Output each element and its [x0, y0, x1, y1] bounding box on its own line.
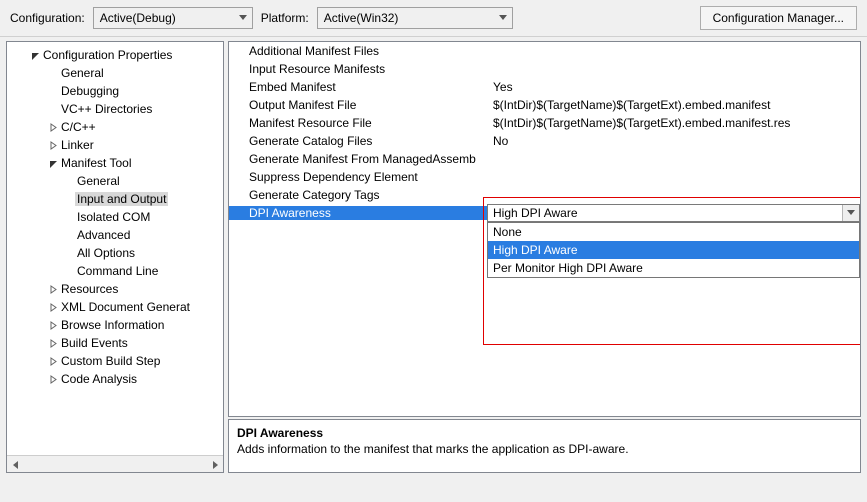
scroll-right-icon[interactable]: [206, 456, 223, 473]
tree-item[interactable]: VC++ Directories: [7, 100, 223, 118]
tree-item[interactable]: Browse Information: [7, 316, 223, 334]
property-value-dropdown[interactable]: High DPI Aware: [487, 204, 860, 222]
property-name: DPI Awareness: [229, 206, 487, 220]
property-value: No: [487, 134, 860, 148]
property-row[interactable]: Generate Manifest From ManagedAssemb: [229, 150, 860, 168]
property-row[interactable]: Output Manifest File$(IntDir)$(TargetNam…: [229, 96, 860, 114]
tree-label: Build Events: [59, 336, 130, 350]
tree-label: Linker: [59, 138, 96, 152]
tree-label: All Options: [75, 246, 137, 260]
tree-label: General: [75, 174, 122, 188]
chevron-down-icon: [236, 9, 250, 27]
tree-sidebar: Configuration Properties General Debugging…: [6, 41, 224, 473]
property-value: $(IntDir)$(TargetName)$(TargetExt).embed…: [487, 98, 860, 112]
configuration-combo[interactable]: Active(Debug): [93, 7, 253, 29]
property-row[interactable]: Generate Catalog FilesNo: [229, 132, 860, 150]
dropdown-option[interactable]: None: [488, 223, 859, 241]
platform-value: Active(Win32): [324, 11, 399, 25]
property-name: Generate Manifest From ManagedAssemb: [229, 152, 487, 166]
main-area: Configuration Properties General Debugging…: [0, 37, 867, 479]
scroll-left-icon[interactable]: [7, 456, 24, 473]
expand-right-icon[interactable]: [47, 375, 59, 384]
chevron-down-icon: [496, 9, 510, 27]
property-name: Output Manifest File: [229, 98, 487, 112]
tree-label: Browse Information: [59, 318, 166, 332]
dropdown-option[interactable]: High DPI Aware: [488, 241, 859, 259]
tree-item[interactable]: Command Line: [7, 262, 223, 280]
property-row[interactable]: Manifest Resource File$(IntDir)$(TargetN…: [229, 114, 860, 132]
property-name: Generate Catalog Files: [229, 134, 487, 148]
property-row[interactable]: Input Resource Manifests: [229, 60, 860, 78]
property-grid: Additional Manifest Files Input Resource …: [228, 41, 861, 417]
tree-label: Command Line: [75, 264, 160, 278]
tree-item[interactable]: Manifest Tool: [7, 154, 223, 172]
tree-label: Configuration Properties: [41, 48, 174, 62]
tree-item[interactable]: All Options: [7, 244, 223, 262]
dropdown-option[interactable]: Per Monitor High DPI Aware: [488, 259, 859, 277]
expand-right-icon[interactable]: [47, 339, 59, 348]
property-name: Additional Manifest Files: [229, 44, 487, 58]
tree-label: Isolated COM: [75, 210, 152, 224]
platform-label: Platform:: [261, 11, 309, 25]
tree-item[interactable]: Code Analysis: [7, 370, 223, 388]
tree-item[interactable]: Input and Output: [7, 190, 223, 208]
property-value: Yes: [487, 80, 860, 94]
tree-label: Input and Output: [75, 192, 168, 206]
tree-item[interactable]: General: [7, 172, 223, 190]
property-row[interactable]: DPI Awareness High DPI Aware: [229, 204, 860, 222]
expand-right-icon[interactable]: [47, 303, 59, 312]
tree-label: Code Analysis: [59, 372, 139, 386]
tree-item[interactable]: XML Document Generat: [7, 298, 223, 316]
tree-label: Resources: [59, 282, 120, 296]
property-name: Embed Manifest: [229, 80, 487, 94]
tree-item[interactable]: Configuration Properties: [7, 46, 223, 64]
property-value: High DPI Aware: [493, 206, 578, 220]
horizontal-scrollbar[interactable]: [7, 455, 223, 472]
tree-label: Manifest Tool: [59, 156, 133, 170]
dpi-dropdown-list[interactable]: NoneHigh DPI AwarePer Monitor High DPI A…: [487, 222, 860, 278]
tree-item[interactable]: Custom Build Step: [7, 352, 223, 370]
description-panel: DPI Awareness Adds information to the ma…: [228, 419, 861, 473]
expand-right-icon[interactable]: [47, 357, 59, 366]
platform-combo[interactable]: Active(Win32): [317, 7, 513, 29]
expand-right-icon[interactable]: [47, 285, 59, 294]
tree-item[interactable]: Linker: [7, 136, 223, 154]
tree-item[interactable]: General: [7, 64, 223, 82]
expand-right-icon[interactable]: [47, 321, 59, 330]
expand-right-icon[interactable]: [47, 123, 59, 132]
tree-item[interactable]: Resources: [7, 280, 223, 298]
property-row[interactable]: Generate Category Tags: [229, 186, 860, 204]
tree-item[interactable]: C/C++: [7, 118, 223, 136]
tree-item[interactable]: Advanced: [7, 226, 223, 244]
top-toolbar: Configuration: Active(Debug) Platform: A…: [0, 0, 867, 37]
description-title: DPI Awareness: [237, 426, 852, 440]
tree-label: VC++ Directories: [59, 102, 154, 116]
property-name: Generate Category Tags: [229, 188, 487, 202]
property-name: Input Resource Manifests: [229, 62, 487, 76]
property-name: Suppress Dependency Element: [229, 170, 487, 184]
property-name: Manifest Resource File: [229, 116, 487, 130]
expand-right-icon[interactable]: [47, 141, 59, 150]
tree-label: Advanced: [75, 228, 132, 242]
tree-item[interactable]: Build Events: [7, 334, 223, 352]
tree-item[interactable]: Debugging: [7, 82, 223, 100]
tree-label: General: [59, 66, 106, 80]
content-column: Additional Manifest Files Input Resource …: [228, 41, 861, 473]
expand-down-icon[interactable]: [47, 159, 59, 168]
tree-label: C/C++: [59, 120, 98, 134]
configuration-manager-button[interactable]: Configuration Manager...: [700, 6, 857, 30]
configuration-value: Active(Debug): [100, 11, 176, 25]
chevron-down-icon[interactable]: [842, 205, 859, 221]
tree-label: Debugging: [59, 84, 121, 98]
property-value: $(IntDir)$(TargetName)$(TargetExt).embed…: [487, 116, 860, 130]
tree-label: XML Document Generat: [59, 300, 192, 314]
tree-label: Custom Build Step: [59, 354, 162, 368]
tree-item[interactable]: Isolated COM: [7, 208, 223, 226]
configuration-label: Configuration:: [10, 11, 85, 25]
expand-down-icon[interactable]: [29, 51, 41, 60]
property-row[interactable]: Suppress Dependency Element: [229, 168, 860, 186]
property-row[interactable]: Additional Manifest Files: [229, 42, 860, 60]
description-body: Adds information to the manifest that ma…: [237, 442, 852, 456]
property-row[interactable]: Embed ManifestYes: [229, 78, 860, 96]
